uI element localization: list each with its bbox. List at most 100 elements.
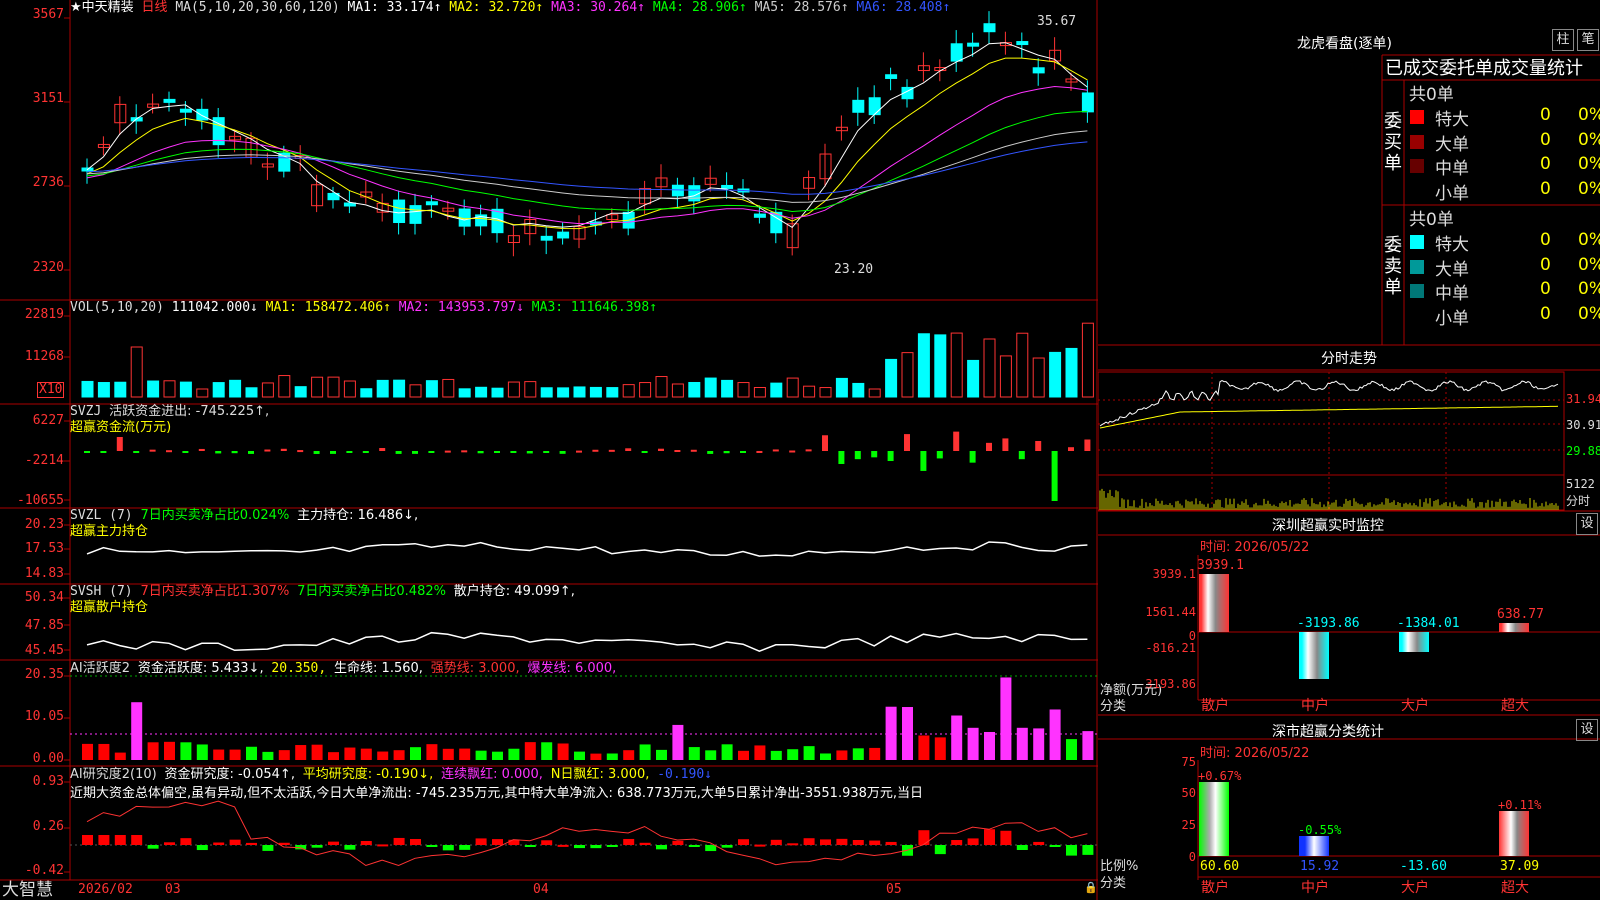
volume-bar	[1081, 322, 1094, 398]
sz-class-category: 中户	[1301, 880, 1329, 896]
flow-bar	[231, 451, 238, 454]
activity-bar	[442, 748, 454, 760]
main-chart[interactable]	[0, 0, 1098, 900]
research-bar	[967, 838, 979, 845]
volume-bar	[885, 358, 898, 398]
sz-class-settings-button[interactable]: 设	[1576, 719, 1598, 741]
volume-bar	[721, 379, 734, 398]
flow-bar	[1084, 439, 1091, 451]
volume-bar	[557, 387, 570, 398]
volume-bar	[770, 382, 783, 398]
stock-name[interactable]: ★中天精装	[70, 0, 134, 15]
research-bar	[344, 845, 356, 850]
flow-bar	[198, 448, 205, 451]
volume-bar	[819, 387, 832, 398]
candle-body	[983, 23, 996, 33]
activity-bar	[656, 749, 667, 760]
candle-body	[163, 98, 176, 103]
svsh-subtitle: 超赢散户持仓	[70, 600, 149, 615]
tick-view-button[interactable]: 笔	[1577, 29, 1599, 51]
sz-class-bar	[1299, 836, 1329, 856]
sz-monitor-axis-label: -816.21	[1145, 641, 1196, 655]
ai2-axis-label: 20.35	[24, 667, 64, 682]
volume-bar	[409, 384, 422, 398]
ma-line	[86, 141, 1088, 195]
lhkp-tabs[interactable]: 已成交委托单成交量统计	[1385, 54, 1600, 80]
activity-bar	[672, 724, 684, 760]
volume-bar	[393, 379, 406, 398]
activity-bar	[639, 744, 651, 760]
svsh-line	[86, 631, 1088, 653]
flow-bar	[576, 450, 582, 453]
research-bar	[492, 839, 503, 845]
volume-bar	[606, 387, 619, 398]
sz-class-axis-label: 50	[1181, 786, 1196, 800]
volume-bar	[967, 359, 980, 398]
flow-bar	[904, 434, 910, 451]
flow-bar	[608, 449, 615, 452]
volume-bar	[245, 387, 258, 398]
sz-monitor-bar-value: -3193.86	[1297, 616, 1360, 631]
research-bar	[885, 841, 897, 845]
price-axis-label: 3151	[32, 91, 64, 106]
sell-total: 共0单	[1409, 210, 1454, 230]
intraday-axis-label: 29.88	[1566, 444, 1600, 458]
activity-bar	[295, 745, 307, 760]
flow-bar	[1002, 438, 1009, 451]
volume-bar	[147, 380, 160, 398]
flow-bar	[330, 451, 336, 454]
activity-bar	[213, 749, 225, 760]
volume-bar	[327, 376, 340, 398]
sz-class-bar-change: +0.67%	[1198, 768, 1242, 783]
volume-bar	[589, 386, 602, 398]
candle-body	[1016, 41, 1029, 46]
buy-total: 共0单	[1409, 85, 1454, 105]
volume-bar	[507, 381, 520, 398]
ai-research-text: 近期大资金总体偏空,虽有异动,但不太活跃,今日大单净流出: -745.235万元…	[70, 786, 924, 801]
x-date-label: 05	[886, 882, 902, 897]
sz-class-bar	[1499, 810, 1529, 856]
ma5-value: MA5: 28.576↑	[754, 0, 849, 15]
svzl-subtitle: 超赢主力持仓	[70, 524, 149, 539]
volume-bar	[540, 387, 553, 398]
activity-bar	[606, 753, 618, 760]
candle-body	[540, 235, 553, 241]
sz-class-bar	[1199, 781, 1229, 856]
activity-bar	[180, 742, 192, 760]
sz-monitor-settings-button[interactable]: 设	[1576, 513, 1598, 535]
flow-bar	[1068, 447, 1074, 451]
volume-bar	[1032, 357, 1045, 398]
research-bar	[688, 845, 700, 847]
activity-bar	[410, 747, 421, 760]
research-bar	[918, 830, 930, 845]
research-bar	[524, 845, 536, 847]
research-bar	[311, 845, 323, 848]
svsh-header: SVSH (7) 7日内买卖净占比1.307% 7日内买卖净占比0.482% 散…	[70, 584, 575, 599]
research-bar	[852, 840, 864, 845]
research-bar	[328, 841, 339, 845]
sz-monitor-xlabel: 分类	[1100, 699, 1127, 714]
volume-bar	[179, 381, 192, 398]
activity-bar	[934, 737, 946, 760]
volume-bar	[671, 383, 684, 398]
volume-bar	[97, 382, 110, 398]
lock-icon[interactable]: 🔒	[1084, 880, 1098, 896]
flow-bar	[248, 451, 254, 454]
bar-view-button[interactable]: 柱	[1552, 29, 1574, 51]
x-date-label: 2026/02	[78, 882, 133, 897]
volume-bar	[835, 377, 848, 398]
candle-body	[179, 108, 192, 113]
activity-bar	[114, 752, 126, 760]
volume-bar	[1016, 332, 1029, 398]
activity-bar	[164, 741, 175, 760]
volume-bar	[81, 380, 94, 398]
svzj-subtitle: 超赢资金流(万元)	[70, 420, 172, 435]
period-label[interactable]: 日线	[141, 0, 167, 15]
research-bar	[1000, 830, 1012, 845]
order-row-num: 0	[1540, 129, 1551, 150]
price-axis-label: 2736	[32, 175, 64, 190]
flow-bar	[510, 451, 517, 453]
sell-orders-label: 委卖单	[1384, 235, 1402, 298]
activity-bar	[787, 749, 799, 760]
sz-monitor-title: 深圳超赢实时监控	[1272, 518, 1384, 534]
